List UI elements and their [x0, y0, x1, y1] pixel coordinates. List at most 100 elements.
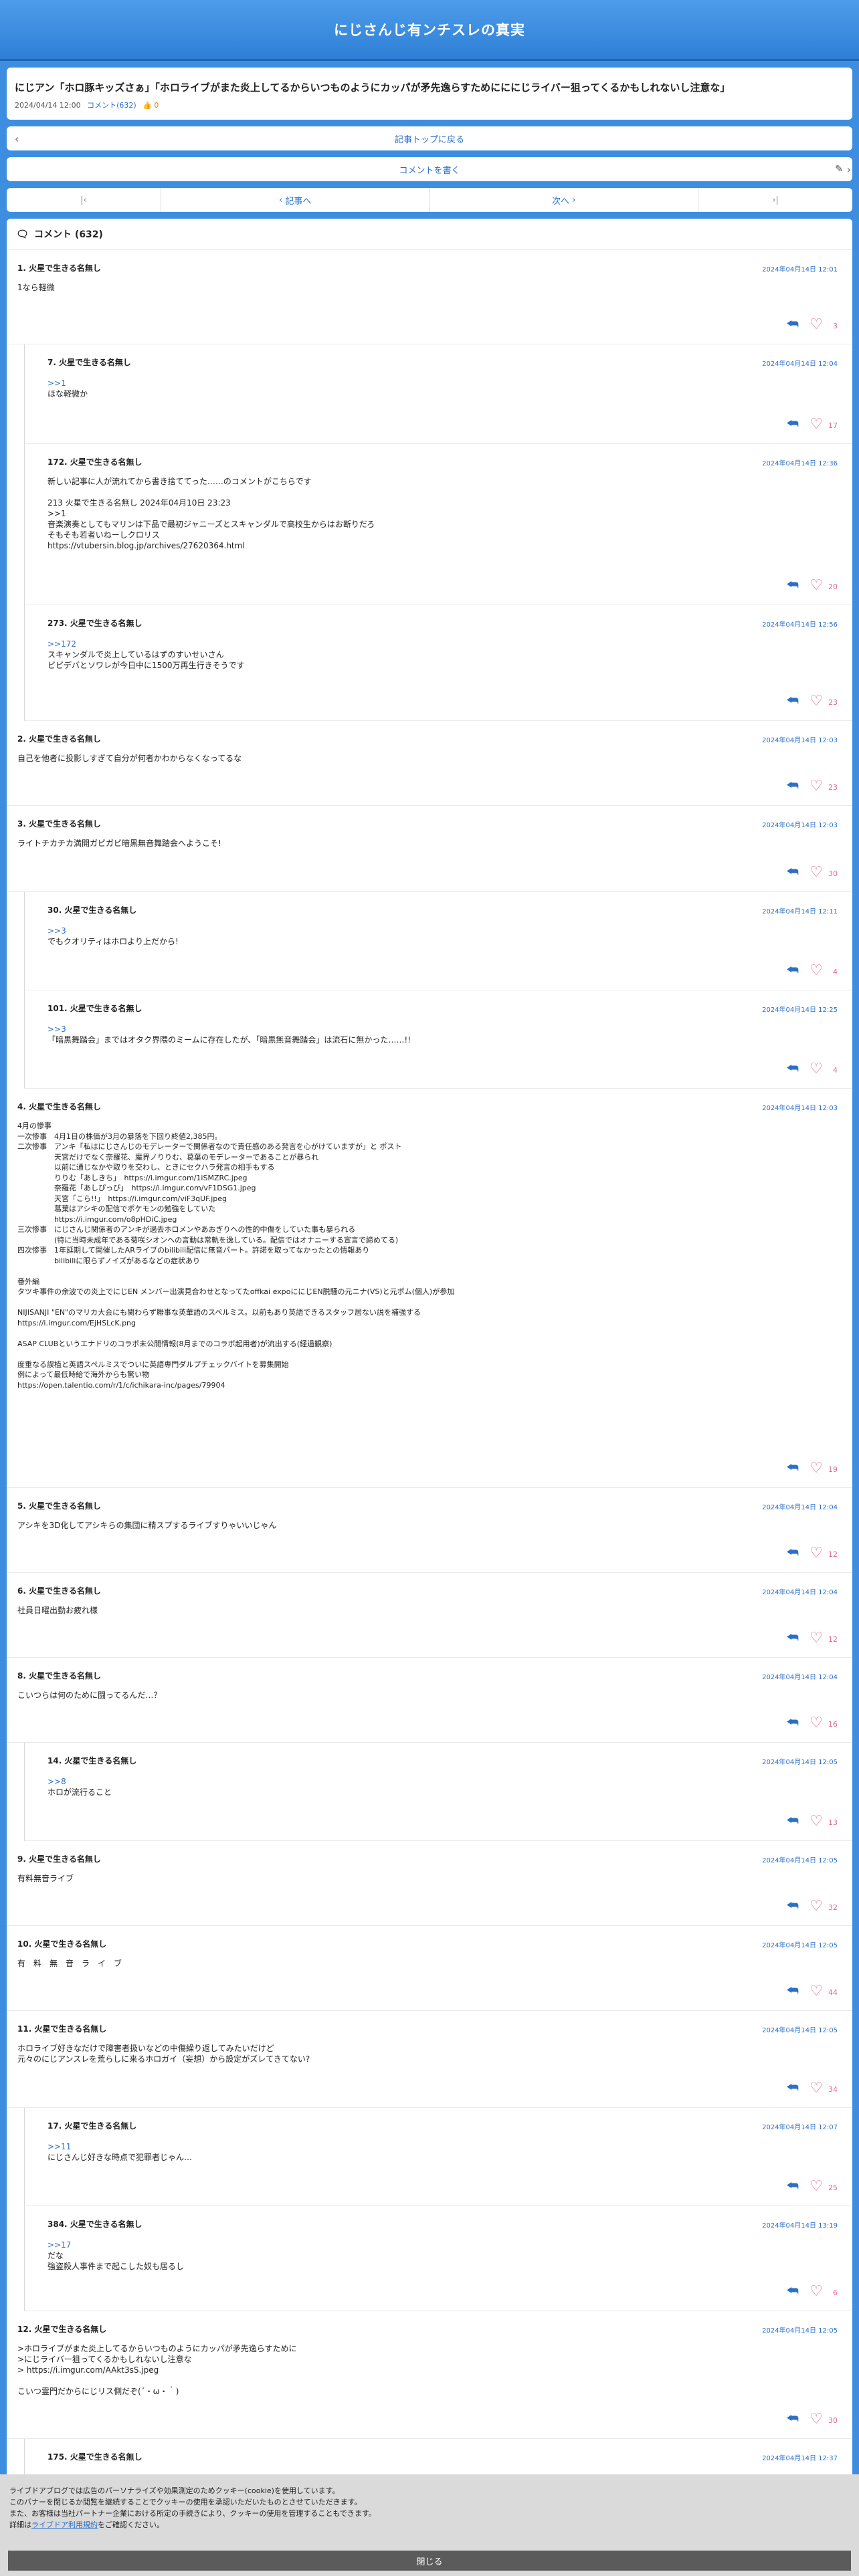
heart-icon[interactable]: ♡ — [809, 316, 823, 333]
heart-icon[interactable]: ♡ — [809, 2411, 823, 2428]
heart-icon[interactable]: ♡ — [809, 1061, 823, 1077]
prev-page-button[interactable]: ‹ 記事へ — [161, 188, 430, 212]
comment-reply-link[interactable]: >>3 — [47, 926, 832, 936]
comment-date[interactable]: 2024年04月14日 12:36 — [762, 457, 838, 467]
reply-icon[interactable]: ⮪ — [786, 2282, 799, 2298]
reply-icon[interactable]: ⮪ — [786, 576, 799, 593]
comment-date[interactable]: 2024年04月14日 12:25 — [762, 1004, 838, 1014]
comment-author: 101. 火星で生きる名無し — [47, 1004, 142, 1013]
comment-reply-link[interactable]: >>1 — [47, 378, 832, 389]
cookie-close-button[interactable]: 閉じる — [8, 2551, 851, 2571]
comment-body: でもクオリティはホロより上だから! — [47, 937, 179, 946]
comment-author: 12. 火星で生きる名無し — [17, 2325, 107, 2334]
reply-icon[interactable]: ⮪ — [786, 1459, 799, 1475]
site-title[interactable]: にじさんじ有ンチスレの真実 — [334, 19, 525, 39]
reply-icon[interactable]: ⮪ — [786, 2079, 799, 2095]
comment-date[interactable]: 2024年04月14日 12:07 — [762, 2121, 838, 2131]
heart-icon[interactable]: ♡ — [809, 962, 823, 979]
comment-reply-link[interactable]: >>11 — [47, 2141, 832, 2152]
comment-reply: 384. 火星で生きる名無し 2024年04月14日 13:19 >>17 だな… — [24, 2206, 852, 2311]
heart-icon[interactable]: ♡ — [809, 1715, 823, 1731]
heart-icon[interactable]: ♡ — [809, 1898, 823, 1915]
comment-item: 6. 火星で生きる名無し 2024年04月14日 12:04 社員日曜出勤お疲れ… — [7, 1573, 852, 1658]
article-likes: 👍 0 — [142, 101, 159, 110]
comment-date[interactable]: 2024年04月14日 12:03 — [762, 819, 838, 829]
write-comment-button[interactable]: コメントを書く ✎ › — [7, 157, 852, 181]
comment-author: 4. 火星で生きる名無し — [17, 1102, 101, 1111]
comment-date[interactable]: 2024年04月14日 12:56 — [762, 619, 838, 629]
reply-icon[interactable]: ⮪ — [786, 1629, 799, 1645]
reply-icon[interactable]: ⮪ — [786, 1544, 799, 1560]
heart-icon[interactable]: ♡ — [809, 416, 823, 433]
comment-body: ほな軽微か — [47, 389, 88, 399]
comment-date[interactable]: 2024年04月14日 12:05 — [762, 2325, 838, 2335]
heart-icon[interactable]: ♡ — [809, 1983, 823, 2000]
comment-date[interactable]: 2024年04月14日 12:03 — [762, 734, 838, 744]
comment-date[interactable]: 2024年04月14日 12:05 — [762, 1939, 838, 1949]
last-page-button[interactable]: ›| — [698, 188, 852, 212]
comment-body: 自己を他者に投影しすぎて自分が何者かわからなくなってるな — [17, 754, 242, 763]
heart-icon[interactable]: ♡ — [809, 778, 823, 794]
heart-icon[interactable]: ♡ — [809, 1545, 823, 1562]
comment-date[interactable]: 2024年04月14日 12:03 — [762, 1102, 838, 1112]
comment-pager: |‹ ‹ 記事へ 次へ › ›| — [7, 188, 852, 212]
like-count: 23 — [828, 698, 838, 707]
reply-icon[interactable]: ⮪ — [786, 1060, 799, 1076]
heart-icon[interactable]: ♡ — [809, 864, 823, 881]
comment-date[interactable]: 2024年04月14日 12:37 — [762, 2452, 838, 2462]
comment-date[interactable]: 2024年04月14日 12:04 — [762, 358, 838, 368]
site-header: にじさんじ有ンチスレの真実 — [0, 0, 859, 61]
back-to-top-button[interactable]: ‹ 記事トップに戻る — [7, 126, 852, 150]
first-page-button[interactable]: |‹ — [7, 188, 161, 212]
reply-icon[interactable]: ⮪ — [786, 415, 799, 431]
comment-reply: 14. 火星で生きる名無し 2024年04月14日 12:05 >>8 ホロが流… — [24, 1743, 852, 1841]
heart-icon[interactable]: ♡ — [809, 2283, 823, 2300]
comment-reply-link[interactable]: >>3 — [47, 1024, 832, 1035]
comment-date[interactable]: 2024年04月14日 12:01 — [762, 263, 838, 274]
comment-item: 12. 火星で生きる名無し 2024年04月14日 12:05 >ホロライブがま… — [7, 2311, 852, 2439]
comment-body: 「暗黒舞踏会」まではオタク界隈のミームに存在したが、「暗黒無音舞踏会」は流石に無… — [47, 1035, 411, 1045]
reply-icon[interactable]: ⮪ — [786, 316, 799, 332]
reply-icon[interactable]: ⮪ — [786, 2177, 799, 2193]
like-count: 4 — [833, 968, 838, 976]
article-comment-count[interactable]: コメント(632) — [87, 101, 136, 110]
comment-date[interactable]: 2024年04月14日 12:04 — [762, 1586, 838, 1596]
heart-icon[interactable]: ♡ — [809, 1460, 823, 1477]
comment-date[interactable]: 2024年04月14日 12:05 — [762, 2024, 838, 2034]
heart-icon[interactable]: ♡ — [809, 2080, 823, 2097]
heart-icon[interactable]: ♡ — [809, 2178, 823, 2195]
reply-icon[interactable]: ⮪ — [786, 962, 799, 978]
reply-icon[interactable]: ⮪ — [786, 1982, 799, 1998]
chevron-right-icon: › — [569, 195, 576, 205]
heart-icon[interactable]: ♡ — [809, 1813, 823, 1830]
comment-reply-link[interactable]: >>17 — [47, 2240, 832, 2250]
comments-section: 🗨 コメント (632) 1. 火星で生きる名無し 2024年04月14日 12… — [7, 219, 852, 2519]
like-count: 34 — [828, 2085, 838, 2094]
comment-date[interactable]: 2024年04月14日 12:05 — [762, 1756, 838, 1766]
comment-date[interactable]: 2024年04月14日 12:05 — [762, 1854, 838, 1864]
comment-body: だな 強盗殺人事件まで起こした奴も居るし — [47, 2251, 185, 2271]
reply-icon[interactable]: ⮪ — [786, 1812, 799, 1828]
comment-date[interactable]: 2024年04月14日 13:19 — [762, 2220, 838, 2230]
reply-icon[interactable]: ⮪ — [786, 863, 799, 879]
like-count: 23 — [828, 783, 838, 792]
terms-link[interactable]: ライブドア利用規約 — [31, 2520, 98, 2529]
last-page-icon: ›| — [772, 195, 779, 205]
comment-date[interactable]: 2024年04月14日 12:11 — [762, 905, 838, 916]
main-content: にじアン「ホロ豚キッズさぁ」「ホロライブがまた炎上してるからいつものようにカッパ… — [0, 68, 859, 2519]
heart-icon[interactable]: ♡ — [809, 1630, 823, 1646]
reply-icon[interactable]: ⮪ — [786, 777, 799, 793]
comment-date[interactable]: 2024年04月14日 12:04 — [762, 1501, 838, 1511]
comment-reply-link[interactable]: >>172 — [47, 639, 832, 649]
comment-item: 2. 火星で生きる名無し 2024年04月14日 12:03 自己を他者に投影し… — [7, 721, 852, 806]
reply-icon[interactable]: ⮪ — [786, 1714, 799, 1730]
reply-icon[interactable]: ⮪ — [786, 692, 799, 708]
comment-date[interactable]: 2024年04月14日 12:04 — [762, 1671, 838, 1681]
heart-icon[interactable]: ♡ — [809, 577, 823, 594]
reply-icon[interactable]: ⮪ — [786, 1897, 799, 1913]
next-page-button[interactable]: 次へ › — [430, 188, 698, 212]
reply-icon[interactable]: ⮪ — [786, 2410, 799, 2426]
comment-reply-link[interactable]: >>8 — [47, 1776, 832, 1787]
comment-item: 9. 火星で生きる名無し 2024年04月14日 12:05 有料無音ライブ ⮪… — [7, 1841, 852, 1926]
heart-icon[interactable]: ♡ — [809, 693, 823, 710]
